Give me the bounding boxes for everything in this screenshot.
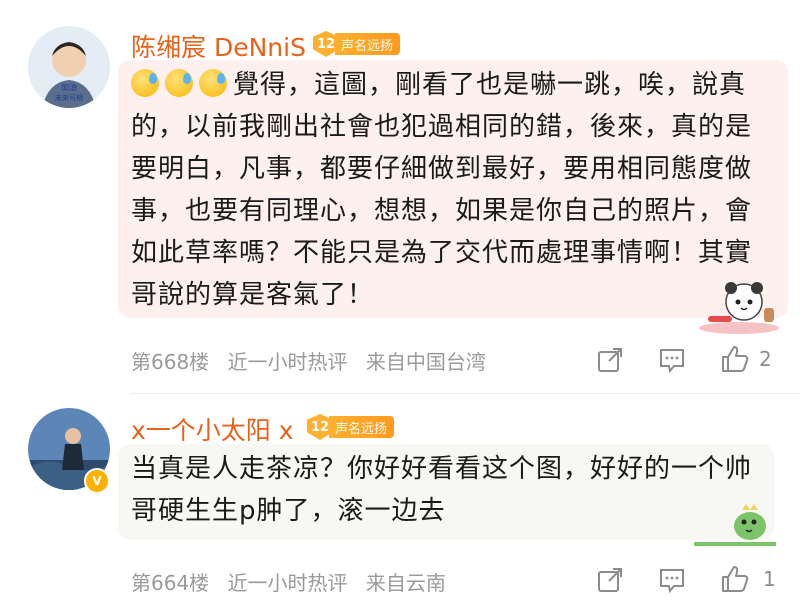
floor-number: 第664楼	[131, 571, 210, 595]
comment-body: 覺得，這圖，剛看了也是嚇一跳，唉，說真的，以前我剛出社會也犯過相同的錯，後來，真…	[131, 70, 753, 310]
share-icon[interactable]	[596, 346, 624, 374]
comment-item: 加油 未来可期 陈缃宸 DeNniS 12 声名远扬 覺得，這圖，剛看了也是嚇一…	[0, 0, 800, 392]
location: 来自云南	[365, 571, 446, 595]
avatar-image: 加油 未来可期	[28, 26, 110, 108]
verified-badge-icon: V	[84, 468, 110, 494]
sweat-emoji-icon	[199, 69, 227, 97]
like-icon[interactable]	[720, 564, 750, 594]
badge-label: 声名远扬	[335, 33, 401, 55]
dinosaur-sticker-icon	[694, 504, 776, 546]
comment-icon[interactable]	[658, 346, 686, 374]
comment-meta: 第664楼 近一小时热评 来自云南	[131, 567, 458, 596]
like-count: 2	[759, 347, 772, 371]
share-icon[interactable]	[596, 566, 624, 594]
comment-body: 当真是人走茶凉？你好好看看这个图，好好的一个帅哥硬生生p肿了，滚一边去	[131, 454, 753, 526]
sweat-emoji-icon	[165, 69, 193, 97]
comment-meta: 第668楼 近一小时热评 来自中国台湾	[131, 346, 498, 375]
floor-number: 第668楼	[131, 350, 210, 374]
sweat-emoji-icon	[131, 69, 159, 97]
avatar-caption: 未来可期	[55, 93, 83, 102]
comment-icon[interactable]	[658, 566, 686, 594]
panda-sticker-icon	[699, 282, 779, 334]
username[interactable]: x一个小太阳 x	[131, 411, 294, 447]
hot-time: 近一小时热评	[227, 350, 348, 374]
level-badge[interactable]: 12 声名远扬	[313, 31, 401, 57]
avatar[interactable]: 加油 未来可期	[28, 26, 110, 108]
hot-time: 近一小时热评	[227, 571, 348, 595]
like-icon[interactable]	[720, 344, 750, 374]
location: 来自中国台湾	[365, 350, 486, 374]
level-badge[interactable]: 12 声名远扬	[307, 414, 395, 440]
comment-item: V x一个小太阳 x 12 声名远扬 当真是人走茶凉？你好好看看这个图，好好的一…	[0, 394, 800, 610]
username[interactable]: 陈缃宸 DeNniS	[131, 28, 306, 64]
comment-text: 覺得，這圖，剛看了也是嚇一跳，唉，說真的，以前我剛出社會也犯過相同的錯，後來，真…	[131, 64, 771, 316]
badge-label: 声名远扬	[329, 416, 395, 438]
like-count: 1	[763, 567, 776, 591]
avatar-caption: 加油	[61, 82, 77, 92]
